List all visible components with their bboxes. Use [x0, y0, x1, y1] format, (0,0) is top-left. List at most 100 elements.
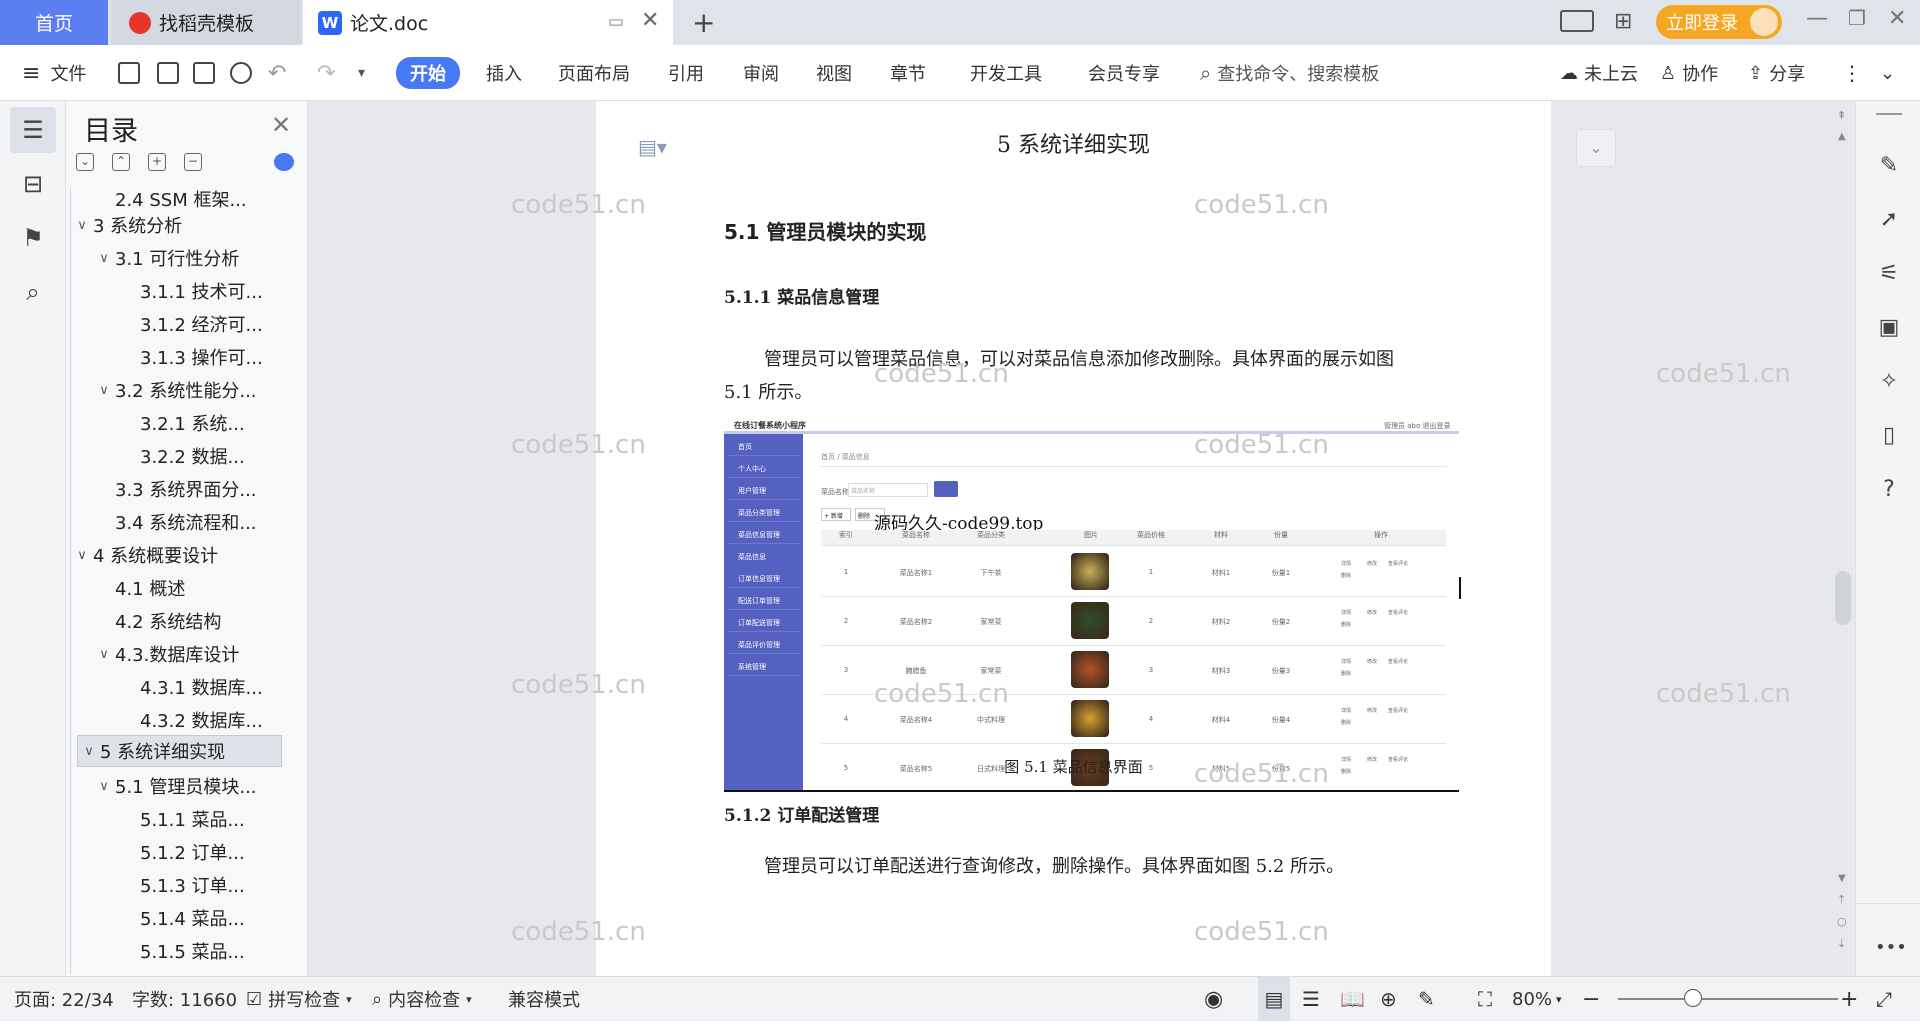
menu-tab-reference[interactable]: 引用	[668, 45, 704, 101]
content-check-button[interactable]: ⌕ 内容检查 ▾	[372, 977, 472, 1021]
menu-tab-layout[interactable]: 页面布局	[558, 45, 630, 101]
zoom-in-icon[interactable]: +	[1840, 977, 1858, 1021]
print-preview-icon[interactable]	[230, 62, 252, 84]
layout-icon[interactable]	[1560, 10, 1594, 32]
toc-panel-icon[interactable]: ☰	[10, 107, 56, 153]
toc-item[interactable]: ∨ 4 系统概要设计	[71, 539, 218, 571]
scroll-down-icon[interactable]: ▼	[1838, 873, 1846, 884]
menu-tab-view[interactable]: 视图	[816, 45, 852, 101]
scroll-up-icon[interactable]: ▲	[1838, 131, 1846, 142]
select-browse-icon[interactable]: ○	[1837, 915, 1847, 928]
undo-icon[interactable]: ↶	[268, 45, 286, 101]
restore-icon[interactable]: ❐	[1848, 6, 1866, 30]
share-button[interactable]: ⇪ 分享	[1748, 45, 1805, 101]
toc-item[interactable]: 5.1.3 订单...	[140, 869, 245, 901]
toc-item[interactable]: 5.1.5 菜品...	[140, 935, 245, 967]
pen-icon[interactable]: ✎	[1875, 153, 1903, 181]
close-tab-icon[interactable]: ✕	[641, 8, 659, 33]
file-menu[interactable]: ≡ 文件	[22, 45, 86, 101]
quick-access-dropdown-icon[interactable]: ▾	[358, 45, 365, 101]
toc-item[interactable]: ∨ 3 系统分析	[71, 209, 182, 241]
menu-tab-member[interactable]: 会员专享	[1088, 45, 1160, 101]
command-search[interactable]: ⌕ 查找命令、搜索模板	[1200, 45, 1379, 101]
redo-icon[interactable]: ↷	[317, 45, 335, 101]
web-view-icon[interactable]: ⊕	[1380, 977, 1397, 1021]
toc-mode-icon[interactable]	[274, 153, 294, 171]
prev-page-icon[interactable]: ⇡	[1837, 893, 1846, 906]
toc-item[interactable]: 3.4 系统流程和...	[115, 506, 257, 538]
image-tools-icon[interactable]: ▣	[1875, 315, 1903, 343]
toc-close-icon[interactable]: ✕	[271, 111, 291, 139]
toc-item[interactable]: 3.3 系统界面分...	[115, 473, 257, 505]
toc-item[interactable]: ∨ 4.3.数据库设计	[93, 638, 239, 670]
toc-item[interactable]: 4.3.1 数据库...	[140, 671, 263, 703]
toc-item[interactable]: 4.1 概述	[115, 572, 185, 604]
eye-protection-icon[interactable]: ◉	[1204, 977, 1223, 1021]
settings-sliders-icon[interactable]: ⚟	[1875, 261, 1903, 289]
menu-tab-start[interactable]: 开始	[396, 57, 460, 89]
zoom-slider-thumb[interactable]	[1684, 989, 1702, 1007]
next-page-icon[interactable]: ⇣	[1837, 937, 1846, 950]
login-button[interactable]: 立即登录	[1656, 5, 1782, 39]
reading-view-icon[interactable]: 📖	[1340, 977, 1365, 1021]
select-cursor-icon[interactable]: ➚	[1875, 207, 1903, 235]
toc-item[interactable]: 5.1.4 菜品...	[140, 902, 245, 934]
collab-button[interactable]: ♙ 协作	[1660, 45, 1718, 101]
page-view-icon[interactable]: ▤	[1258, 977, 1290, 1021]
menu-tab-developer[interactable]: 开发工具	[970, 45, 1042, 101]
outline-toggle-icon[interactable]: ⌄	[1576, 129, 1616, 167]
tab-home[interactable]: 首页	[0, 0, 108, 45]
collapse-all-icon[interactable]: ⌄	[76, 153, 94, 171]
help-icon[interactable]: ?	[1875, 477, 1903, 505]
document-scrollbar[interactable]: ⇞ ▲ ▼ ⇡ ○ ⇣	[1832, 101, 1854, 976]
toc-item[interactable]: 3.2.1 系统...	[140, 407, 245, 439]
bookmark-icon[interactable]: ⚑	[10, 215, 56, 261]
cloud-status[interactable]: ☁ 未上云	[1560, 45, 1638, 101]
save-icon[interactable]	[118, 62, 140, 84]
more-menu-icon[interactable]: ⋮	[1842, 45, 1862, 101]
toc-item-selected[interactable]: ∨ 5 系统详细实现	[77, 735, 282, 767]
spell-check-button[interactable]: ☑ 拼写检查 ▾	[246, 977, 352, 1021]
monitor-icon[interactable]: ▭	[608, 12, 624, 32]
collapse-ribbon-icon[interactable]: ⌄	[1880, 45, 1895, 101]
write-mode-icon[interactable]: ✎	[1418, 977, 1435, 1021]
toc-item[interactable]: ∨ 5.1 管理员模块...	[93, 770, 256, 802]
menu-tab-review[interactable]: 审阅	[743, 45, 779, 101]
zoom-out-icon[interactable]: −	[1582, 977, 1600, 1021]
zoom-level[interactable]: 80% ▾	[1512, 977, 1562, 1021]
menu-tab-insert[interactable]: 插入	[486, 45, 522, 101]
apps-grid-icon[interactable]: ⊞	[1614, 9, 1632, 34]
toc-item[interactable]: 3.1.3 操作可...	[140, 341, 263, 373]
tab-templates[interactable]: 找稻壳模板	[111, 0, 301, 45]
toc-item[interactable]: 3.1.1 技术可...	[140, 275, 263, 307]
navigation-icon[interactable]: ⊟	[10, 161, 56, 207]
toc-item[interactable]: 5.1.2 订单...	[140, 836, 245, 868]
find-icon[interactable]: ⌕	[10, 269, 56, 315]
page-counter[interactable]: 页面: 22/34	[14, 977, 114, 1021]
expand-up-icon[interactable]: ⌃	[112, 153, 130, 171]
more-options-icon[interactable]: •••	[1875, 937, 1907, 965]
ai-assistant-icon[interactable]: ✧	[1875, 369, 1903, 397]
toc-item[interactable]: 3.2.2 数据...	[140, 440, 245, 472]
reading-icon[interactable]: ▯	[1875, 423, 1903, 451]
toc-item[interactable]: 3.1.2 经济可...	[140, 308, 263, 340]
fullscreen-icon[interactable]: ⤢	[1876, 977, 1892, 1021]
new-tab-icon[interactable]: +	[692, 6, 715, 39]
scroll-thumb[interactable]	[1835, 571, 1851, 625]
toc-item[interactable]: 4.3.2 数据库...	[140, 704, 263, 736]
toc-item[interactable]: ∨ 3.2 系统性能分...	[93, 374, 256, 406]
outline-view-icon[interactable]: ☰	[1302, 977, 1320, 1021]
expand-all-icon[interactable]: +	[148, 153, 166, 171]
close-window-icon[interactable]: ✕	[1888, 6, 1906, 31]
export-icon[interactable]	[157, 62, 179, 84]
fit-page-icon[interactable]: ⛶	[1478, 977, 1492, 1021]
collapse-level-icon[interactable]: −	[184, 153, 202, 171]
toc-item[interactable]: 4.2 系统结构	[115, 605, 221, 637]
scroll-top-icon[interactable]: ⇞	[1837, 109, 1846, 122]
toc-item[interactable]: 5.1.1 菜品...	[140, 803, 245, 835]
toc-item[interactable]: ∨ 3.1 可行性分析	[93, 242, 239, 274]
zoom-slider[interactable]	[1618, 998, 1838, 1000]
print-icon[interactable]	[193, 62, 215, 84]
menu-tab-chapter[interactable]: 章节	[890, 45, 926, 101]
word-count[interactable]: 字数: 11660	[132, 977, 237, 1021]
